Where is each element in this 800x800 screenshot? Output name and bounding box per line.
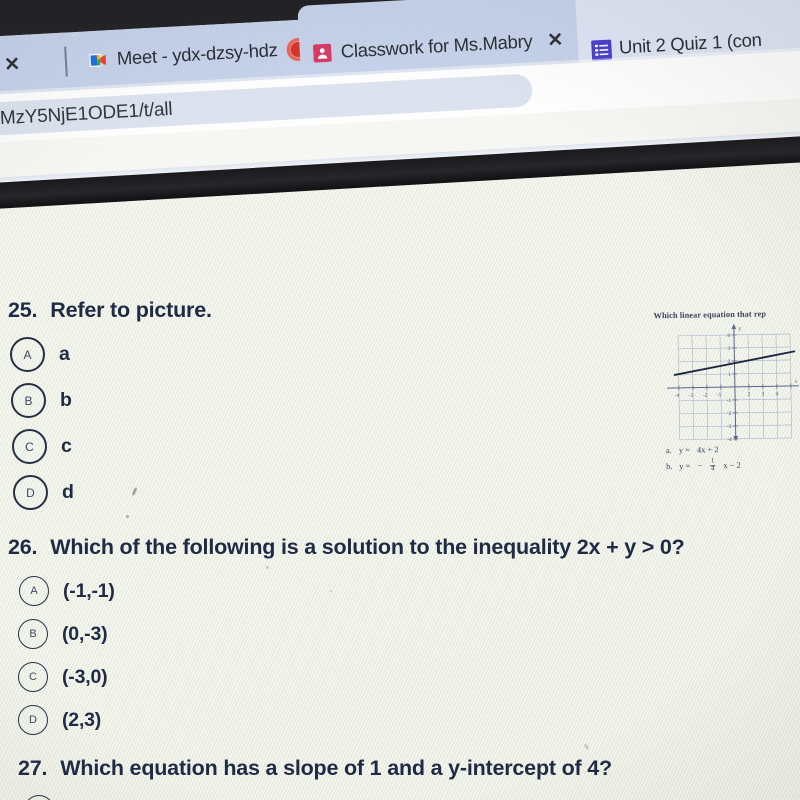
inset-equation-a: a. y = 4x + 2 [666, 444, 800, 455]
question-26-bubble-b[interactable]: B [18, 619, 48, 649]
question-25-choice-b-text: b [60, 389, 72, 411]
question-26-choice-b-text: (0,-3) [62, 622, 108, 645]
question-26-bubble-c[interactable]: C [18, 662, 48, 692]
svg-text:1: 1 [728, 372, 731, 378]
photo-of-screen-and-worksheet: st ✕ Meet - ydx-dzsy-hdz ✕ [0, 0, 800, 800]
svg-text:-4: -4 [727, 437, 732, 442]
question-26-choice-a-text: (-1,-1) [63, 579, 115, 602]
browser-tab-1-title: Meet - ydx-dzsy-hdz [116, 39, 279, 69]
paper-speck [126, 515, 129, 518]
browser-tab-0-close-icon[interactable]: ✕ [4, 54, 21, 76]
svg-text:3: 3 [762, 391, 765, 397]
question-25-choice-a-text: a [59, 343, 70, 365]
browser-tab-2-close-icon[interactable]: ✕ [547, 29, 564, 51]
question-25-bubble-b[interactable]: B [11, 383, 46, 418]
svg-text:4: 4 [776, 391, 779, 397]
question-27-choice-a[interactable] [24, 795, 612, 800]
question-26-choice-d-text: (2,3) [62, 708, 102, 731]
svg-text:-1: -1 [717, 392, 722, 398]
svg-text:4: 4 [727, 333, 730, 339]
referenced-picture-inset: Which linear equation that rep -4 -3 -2 … [654, 309, 800, 478]
worksheet-paper: 25. Refer to picture. A a B b C c D d 26… [0, 215, 800, 800]
question-26-choice-a[interactable]: A (-1,-1) [19, 576, 685, 606]
question-25-choice-a[interactable]: A a [10, 337, 212, 372]
question-25-choice-d-text: d [62, 481, 74, 503]
svg-text:-2: -2 [727, 411, 732, 417]
question-27-text: Which equation has a slope of 1 and a y-… [60, 756, 612, 780]
inset-equation-a-label: a. [665, 446, 672, 456]
coordinate-graph-svg: -4 -3 -2 -1 2 3 4 4 3 2 1 -1 -2 -3 -4 y … [666, 323, 799, 442]
question-25-choice-c-text: c [61, 435, 72, 457]
inset-equation-list: a. y = 4x + 2 b. y = − 1 4 x − 2 [666, 444, 800, 474]
svg-text:-1: -1 [727, 398, 732, 404]
question-26-choice-c[interactable]: C (-3,0) [18, 662, 685, 692]
question-26-choice-b[interactable]: B (0,-3) [18, 619, 685, 649]
question-26-bubble-a[interactable]: A [19, 576, 49, 606]
google-meet-icon [88, 50, 108, 70]
question-26-bubble-d[interactable]: D [18, 705, 48, 735]
question-25-choice-d[interactable]: D d [13, 475, 212, 510]
question-25-choice-b[interactable]: B b [11, 383, 212, 418]
google-classroom-icon [312, 43, 332, 63]
question-26-choice-d[interactable]: D (2,3) [18, 705, 685, 735]
question-26-text: Which of the following is a solution to … [50, 535, 685, 559]
svg-text:-2: -2 [703, 392, 708, 398]
inset-title: Which linear equation that rep [653, 309, 767, 321]
inset-equation-b-rhs: x − 2 [723, 460, 741, 471]
question-25-choice-c[interactable]: C c [12, 429, 212, 464]
svg-text:2: 2 [748, 392, 751, 398]
question-26-choice-c-text: (-3,0) [62, 665, 108, 688]
question-26-prompt: 26. Which of the following is a solution… [8, 535, 685, 560]
inset-equation-b-fraction: 1 4 [709, 457, 716, 473]
question-26-number: 26. [8, 535, 38, 559]
question-25-bubble-a[interactable]: A [10, 337, 45, 372]
question-25-prompt: 25. Refer to picture. [8, 298, 212, 323]
svg-text:-3: -3 [689, 393, 694, 399]
question-27-prompt: 27. Which equation has a slope of 1 and … [18, 756, 612, 781]
google-forms-icon [591, 39, 613, 60]
question-25: 25. Refer to picture. A a B b C c D d [8, 298, 212, 510]
question-27-bubble-a[interactable] [24, 795, 54, 800]
paper-speck [330, 590, 332, 592]
question-27-number: 27. [18, 756, 48, 780]
inset-equation-b-denominator: 4 [711, 465, 715, 473]
svg-text:-3: -3 [727, 424, 732, 430]
inset-equation-a-rhs: 4x + 2 [696, 445, 719, 455]
svg-text:3: 3 [727, 346, 730, 352]
question-25-number: 25. [8, 298, 38, 322]
paper-speck [266, 566, 269, 569]
svg-text:y: y [738, 326, 742, 332]
browser-tab-2-title: Classwork for Ms.Mabry [340, 30, 533, 62]
svg-text:-4: -4 [675, 393, 680, 399]
svg-text:x: x [794, 379, 798, 385]
question-25-bubble-d[interactable]: D [13, 475, 48, 510]
inset-equation-b-label: b. [666, 461, 673, 472]
inset-equation-a-lhs: y = [678, 445, 691, 455]
coordinate-graph: -4 -3 -2 -1 2 3 4 4 3 2 1 -1 -2 -3 -4 y … [666, 322, 800, 442]
question-26: 26. Which of the following is a solution… [8, 535, 685, 735]
question-25-bubble-c[interactable]: C [12, 429, 47, 464]
inset-equation-b-lhs: y = [679, 461, 691, 471]
inset-equation-b-sign: − [697, 461, 703, 471]
question-27: 27. Which equation has a slope of 1 and … [18, 756, 612, 800]
inset-equation-b: b. y = − 1 4 x − 2 [666, 457, 800, 474]
address-bar-value: Q4MzY5NjE1ODE1/t/all [0, 98, 173, 131]
question-25-text: Refer to picture. [50, 298, 212, 322]
